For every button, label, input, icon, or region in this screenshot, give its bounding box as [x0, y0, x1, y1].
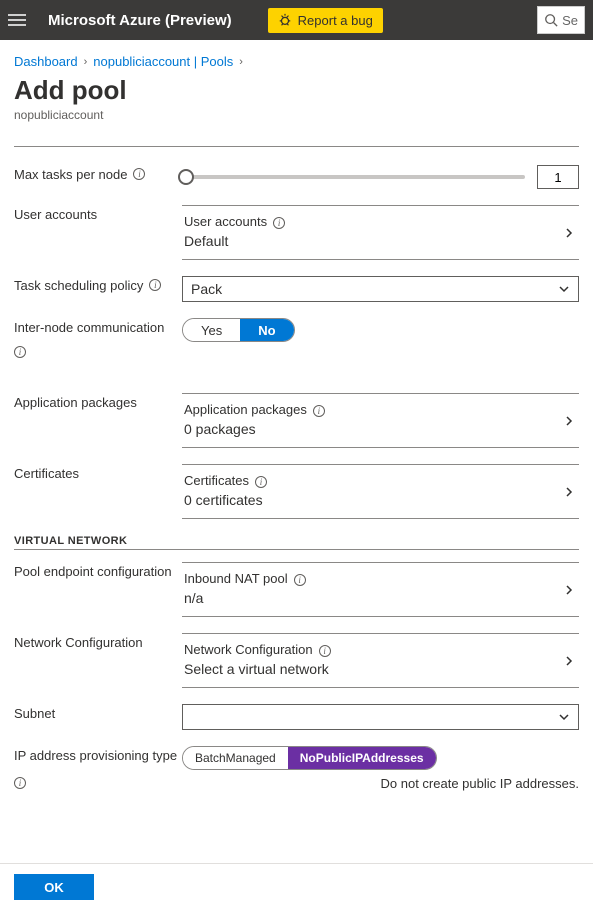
search-input[interactable]: Se: [537, 6, 585, 34]
user-accounts-item-label: User accounts: [184, 214, 267, 229]
bug-icon: [278, 13, 292, 27]
info-icon[interactable]: [14, 777, 26, 789]
search-placeholder: Se: [562, 13, 578, 28]
info-icon[interactable]: [255, 476, 267, 488]
ip-prov-batchmanaged[interactable]: BatchManaged: [183, 747, 288, 769]
report-bug-label: Report a bug: [298, 13, 373, 28]
hamburger-menu-icon[interactable]: [8, 14, 32, 26]
certificates-item-label: Certificates: [184, 473, 249, 488]
breadcrumb-dashboard[interactable]: Dashboard: [14, 54, 78, 69]
network-config-item-label: Network Configuration: [184, 642, 313, 657]
search-icon: [544, 13, 558, 27]
divider: [14, 549, 579, 550]
info-icon[interactable]: [149, 279, 161, 291]
scheduling-label: Task scheduling policy: [14, 278, 143, 293]
scheduling-value: Pack: [191, 281, 222, 297]
ok-button[interactable]: OK: [14, 874, 94, 900]
network-config-label: Network Configuration: [14, 635, 143, 650]
network-config-item-value: Select a virtual network: [184, 661, 579, 677]
internode-yes[interactable]: Yes: [183, 319, 240, 341]
topbar: Microsoft Azure (Preview) Report a bug S…: [0, 0, 593, 40]
app-packages-item-label: Application packages: [184, 402, 307, 417]
chevron-right-icon: [563, 227, 575, 239]
breadcrumb: Dashboard › nopubliciaccount | Pools ›: [14, 54, 579, 69]
certificates-label: Certificates: [14, 466, 79, 481]
chevron-right-icon: [563, 486, 575, 498]
vnet-section-title: VIRTUAL NETWORK: [14, 535, 579, 547]
max-tasks-input[interactable]: [537, 165, 579, 189]
ip-provisioning-label: IP address provisioning type: [14, 748, 177, 763]
ip-provisioning-toggle: BatchManaged NoPublicIPAddresses: [182, 746, 437, 770]
page-title: Add pool: [14, 75, 579, 106]
chevron-down-icon: [558, 283, 570, 295]
info-icon[interactable]: [133, 168, 145, 180]
user-accounts-label: User accounts: [14, 207, 97, 222]
internode-no[interactable]: No: [240, 319, 293, 341]
scheduling-select[interactable]: Pack: [182, 276, 579, 302]
info-icon[interactable]: [273, 217, 285, 229]
pool-endpoint-item[interactable]: Inbound NAT pool n/a: [182, 562, 579, 617]
app-packages-item-value: 0 packages: [184, 421, 579, 437]
page-subtitle: nopubliciaccount: [14, 108, 579, 122]
certificates-item-value: 0 certificates: [184, 492, 579, 508]
info-icon[interactable]: [313, 405, 325, 417]
chevron-right-icon: ›: [239, 56, 243, 68]
certificates-item[interactable]: Certificates 0 certificates: [182, 464, 579, 519]
ip-provisioning-help: Do not create public IP addresses.: [182, 776, 579, 791]
max-tasks-slider[interactable]: [182, 175, 525, 179]
slider-thumb[interactable]: [178, 169, 194, 185]
max-tasks-label: Max tasks per node: [14, 167, 127, 182]
network-config-item[interactable]: Network Configuration Select a virtual n…: [182, 633, 579, 688]
chevron-right-icon: ›: [84, 56, 88, 68]
report-bug-button[interactable]: Report a bug: [268, 8, 383, 33]
info-icon[interactable]: [14, 346, 26, 358]
ip-prov-nopublicip[interactable]: NoPublicIPAddresses: [288, 747, 436, 769]
breadcrumb-pools[interactable]: nopubliciaccount | Pools: [93, 54, 233, 69]
internode-label: Inter-node communication: [14, 320, 164, 335]
subnet-label: Subnet: [14, 706, 55, 721]
pool-endpoint-item-label: Inbound NAT pool: [184, 571, 288, 586]
info-icon[interactable]: [294, 574, 306, 586]
chevron-right-icon: [563, 655, 575, 667]
internode-toggle: Yes No: [182, 318, 295, 342]
subnet-select[interactable]: [182, 704, 579, 730]
footer: OK: [0, 863, 593, 910]
content-area: Dashboard › nopubliciaccount | Pools › A…: [0, 40, 593, 791]
user-accounts-item-value: Default: [184, 233, 579, 249]
user-accounts-item[interactable]: User accounts Default: [182, 205, 579, 260]
app-packages-item[interactable]: Application packages 0 packages: [182, 393, 579, 448]
divider: [14, 146, 579, 147]
chevron-right-icon: [563, 415, 575, 427]
info-icon[interactable]: [319, 645, 331, 657]
app-packages-label: Application packages: [14, 395, 137, 410]
brand-title: Microsoft Azure (Preview): [48, 12, 232, 29]
chevron-down-icon: [558, 711, 570, 723]
pool-endpoint-label: Pool endpoint configuration: [14, 564, 172, 579]
pool-endpoint-item-value: n/a: [184, 590, 579, 606]
chevron-right-icon: [563, 584, 575, 596]
